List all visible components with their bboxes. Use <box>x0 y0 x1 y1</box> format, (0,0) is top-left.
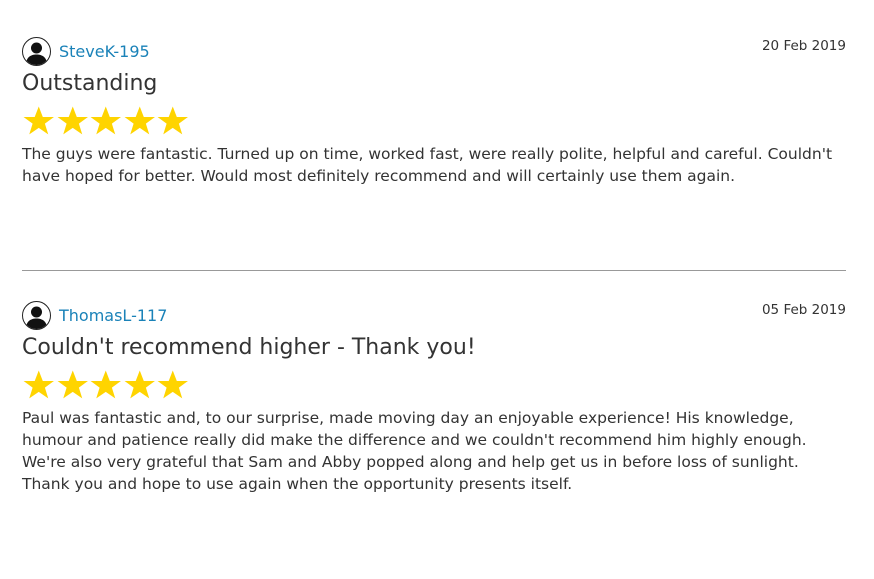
star-icon <box>90 370 121 399</box>
review-author-link[interactable]: ThomasL-117 <box>59 306 167 325</box>
user-avatar-icon <box>22 301 51 330</box>
review-title: Outstanding <box>22 71 158 96</box>
star-rating <box>22 367 846 405</box>
review-header: SteveK-195 20 Feb 2019 <box>22 36 846 68</box>
review-author-link[interactable]: SteveK-195 <box>59 42 150 61</box>
review-card: SteveK-195 20 Feb 2019 Outstanding The g… <box>22 36 846 187</box>
star-icon <box>23 106 54 135</box>
star-icon <box>157 370 188 399</box>
star-icon <box>157 106 188 135</box>
review-body: The guys were fantastic. Turned up on ti… <box>22 143 846 187</box>
star-icon <box>124 370 155 399</box>
review-date: 05 Feb 2019 <box>761 302 846 318</box>
review-body-paragraph: The guys were fantastic. Turned up on ti… <box>22 145 833 185</box>
user-avatar-icon <box>22 37 51 66</box>
star-icon <box>124 106 155 135</box>
review-body-paragraph: We're also very grateful that Sam and Ab… <box>22 453 799 493</box>
star-icon <box>57 106 88 135</box>
review-card: ThomasL-117 05 Feb 2019 Couldn't recomme… <box>22 300 846 495</box>
star-rating <box>22 103 846 141</box>
review-header: ThomasL-117 05 Feb 2019 <box>22 300 846 332</box>
review-title: Couldn't recommend higher - Thank you! <box>22 335 476 360</box>
review-body: Paul was fantastic and, to our surprise,… <box>22 407 846 495</box>
review-date: 20 Feb 2019 <box>761 38 846 54</box>
star-icon <box>57 370 88 399</box>
review-body-paragraph: Paul was fantastic and, to our surprise,… <box>22 409 807 449</box>
star-icon <box>90 106 121 135</box>
review-divider <box>22 270 846 271</box>
star-icon <box>23 370 54 399</box>
